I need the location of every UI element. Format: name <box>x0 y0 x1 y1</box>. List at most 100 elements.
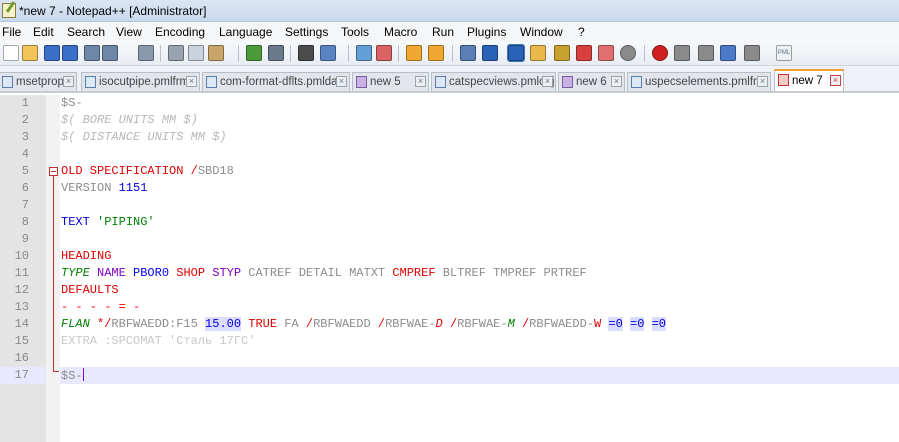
code-token: / <box>190 164 198 178</box>
file-icon <box>562 76 573 88</box>
line-number: 10 <box>14 249 29 263</box>
pml-icon[interactable]: PML <box>776 45 792 61</box>
record-macro-icon[interactable] <box>652 45 668 61</box>
fold-margin[interactable] <box>45 95 60 442</box>
tab-bar: msetprop × isocutpipe.pmlfrm × com-format-df… <box>0 66 899 93</box>
tab-uspecselements-pmlfrm[interactable]: uspecselements.pmlfrm × <box>627 72 771 91</box>
tab-new-7[interactable]: new 7 × <box>774 69 844 91</box>
menu-run[interactable]: Run <box>432 25 454 39</box>
code-line[interactable]: 7 <box>0 197 899 214</box>
tab-label: com-format-dflts.pmldat <box>220 76 341 88</box>
print-icon[interactable] <box>138 45 154 61</box>
line-number: 11 <box>14 266 29 280</box>
menu-view[interactable]: View <box>116 25 142 39</box>
code-text: OLD SPECIFICATION /SBD18 <box>61 164 234 178</box>
tab-close-icon[interactable]: × <box>611 76 622 87</box>
tab-msetprop[interactable]: msetprop × <box>0 72 77 91</box>
monitoring-icon[interactable] <box>620 45 636 61</box>
word-wrap-icon[interactable] <box>460 45 476 61</box>
editor[interactable]: 1 $S- 2 $( BORE UNITS MM $) 3 $( DISTANCE UNI… <box>0 95 899 442</box>
code-token: / <box>305 317 314 331</box>
play-macro-icon[interactable] <box>698 45 714 61</box>
stop-macro-icon[interactable] <box>674 45 690 61</box>
menu-help[interactable]: ? <box>578 25 585 39</box>
indent-guide-icon[interactable] <box>507 44 525 62</box>
code-line[interactable]: 12 DEFAULTS <box>0 282 899 299</box>
tab-close-icon[interactable]: × <box>186 76 197 87</box>
code-line[interactable]: 1 $S- <box>0 95 899 112</box>
play-multiple-icon[interactable] <box>720 45 736 61</box>
tab-new-6[interactable]: new 6 × <box>558 72 625 91</box>
folder-workspace-icon[interactable] <box>576 45 592 61</box>
tab-close-icon[interactable]: × <box>757 76 768 87</box>
save-all-icon[interactable] <box>62 45 78 61</box>
tab-isocutpipe-pmlfrm[interactable]: isocutpipe.pmlfrm × <box>81 72 200 91</box>
code-line[interactable]: 9 <box>0 231 899 248</box>
tab-label: uspecselements.pmlfrm <box>645 76 767 88</box>
menu-language[interactable]: Language <box>219 25 272 39</box>
undo-icon[interactable] <box>246 45 262 61</box>
zoom-out-icon[interactable] <box>376 45 392 61</box>
title-bar: *new 7 - Notepad++ [Administrator] <box>0 0 899 22</box>
save-icon[interactable] <box>44 45 60 61</box>
line-number: 8 <box>21 215 29 229</box>
code-line[interactable]: 8 TEXT 'PIPING' <box>0 214 899 231</box>
sync-vertical-icon[interactable] <box>406 45 422 61</box>
fold-collapse-icon[interactable] <box>49 167 58 176</box>
tab-close-icon[interactable]: × <box>415 76 426 87</box>
tab-close-icon[interactable]: × <box>830 75 841 86</box>
code-token: RBFWAEDD:F15 <box>111 317 206 331</box>
new-file-icon[interactable] <box>3 45 19 61</box>
close-icon[interactable] <box>84 45 100 61</box>
doc-map-icon[interactable] <box>530 45 546 61</box>
redo-icon[interactable] <box>268 45 284 61</box>
sync-horizontal-icon[interactable] <box>428 45 444 61</box>
code-line[interactable]: 16 <box>0 350 899 367</box>
close-all-icon[interactable] <box>102 45 118 61</box>
menu-search[interactable]: Search <box>67 25 105 39</box>
code-token: $S- <box>61 369 83 383</box>
menu-settings[interactable]: Settings <box>285 25 328 39</box>
menu-macro[interactable]: Macro <box>384 25 417 39</box>
tab-close-icon[interactable]: × <box>336 76 347 87</box>
code-line[interactable]: 10 HEADING <box>0 248 899 265</box>
file-icon <box>85 76 96 88</box>
copy-icon[interactable] <box>188 45 204 61</box>
fold-range-line <box>53 176 54 371</box>
menu-plugins[interactable]: Plugins <box>467 25 506 39</box>
code-line[interactable]: 2 $( BORE UNITS MM $) <box>0 112 899 129</box>
code-line[interactable]: 15 EXTRA :SPCOMAT 'Сталь 17ГС' <box>0 333 899 350</box>
code-token: OLD SPECIFICATION <box>61 164 191 178</box>
code-line[interactable]: 17 $S- <box>0 367 899 384</box>
code-line[interactable]: 6 VERSION 1151 <box>0 180 899 197</box>
menu-edit[interactable]: Edit <box>33 25 54 39</box>
code-line[interactable]: 11 TYPE NAME PBOR0 SHOP STYP CATREF DETAI… <box>0 265 899 282</box>
menu-encoding[interactable]: Encoding <box>155 25 205 39</box>
folder-as-workspace-icon[interactable] <box>598 45 614 61</box>
replace-icon[interactable] <box>320 45 336 61</box>
line-number: 13 <box>14 300 29 314</box>
paste-icon[interactable] <box>208 45 224 61</box>
code-line[interactable]: 3 $( DISTANCE UNITS MM $) <box>0 129 899 146</box>
cut-icon[interactable] <box>168 45 184 61</box>
menu-file[interactable]: File <box>2 25 21 39</box>
code-line[interactable]: 5 OLD SPECIFICATION /SBD18 <box>0 163 899 180</box>
menu-tools[interactable]: Tools <box>341 25 369 39</box>
show-all-chars-icon[interactable] <box>482 45 498 61</box>
code-line[interactable]: 13 - - - - = - <box>0 299 899 316</box>
find-icon[interactable] <box>298 45 314 61</box>
tab-close-icon[interactable]: × <box>63 76 74 87</box>
code-line[interactable]: 4 <box>0 146 899 163</box>
open-file-icon[interactable] <box>22 45 38 61</box>
tab-com-format-dflts-pmldat[interactable]: com-format-dflts.pmldat × <box>202 72 350 91</box>
tab-catspecviews-pmlobj[interactable]: catspecviews.pmlobj × <box>431 72 556 91</box>
code-line[interactable]: 14 FLAN */RBFWAEDD:F15 15.00 TRUE FA /RBF… <box>0 316 899 333</box>
menu-window[interactable]: Window <box>520 25 563 39</box>
tab-new-5[interactable]: new 5 × <box>352 72 429 91</box>
zoom-in-icon[interactable] <box>356 45 372 61</box>
save-macro-icon[interactable] <box>744 45 760 61</box>
function-list-icon[interactable] <box>554 45 570 61</box>
tab-close-icon[interactable]: × <box>542 76 553 87</box>
